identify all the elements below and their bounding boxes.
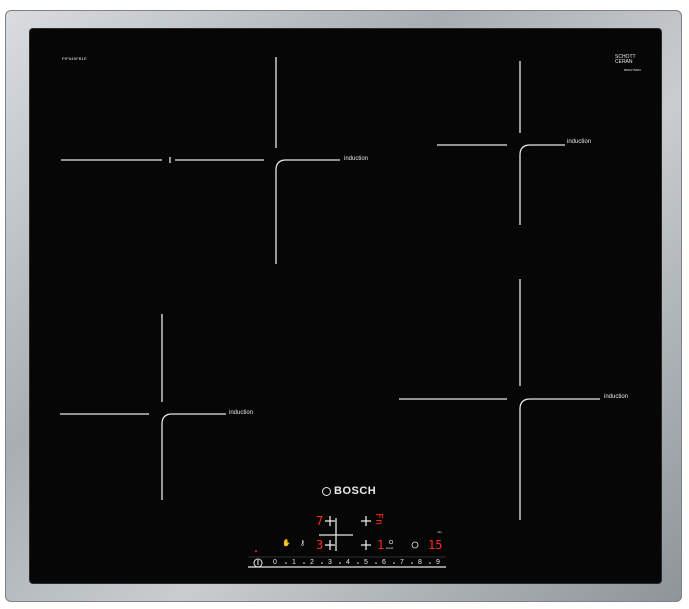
slider-level-7[interactable]: 7 — [400, 559, 404, 566]
rear-left-level-display: 7 — [316, 514, 324, 528]
slider-level-5[interactable]: 5 — [364, 559, 368, 566]
model-number: PIF645FB1E — [62, 56, 87, 61]
schott-ceran-logo: SCHOTT CERAN — [615, 55, 636, 65]
rear-right-zone-marking — [437, 61, 565, 225]
front-left-level-display: 3 — [316, 538, 324, 552]
rear-left-zone-label: induction — [344, 156, 369, 162]
front-left-zone-marking — [60, 314, 226, 500]
slider-level-4[interactable]: 4 — [346, 559, 350, 566]
slider-level-6[interactable]: 6 — [382, 559, 386, 566]
brand-name: BOSCH — [334, 485, 377, 497]
serial-number: 8001075484 — [624, 68, 641, 72]
slider-level-8[interactable]: 8 — [418, 559, 422, 566]
slider-level-3[interactable]: 3 — [328, 559, 332, 566]
timer-unit-label: min — [437, 530, 442, 534]
slider-level-2[interactable]: 2 — [310, 559, 314, 566]
cooking-zone-markings — [60, 57, 600, 568]
timer-display: 15 — [428, 538, 443, 552]
front-right-level-display: 1 — [377, 538, 385, 552]
rear-right-zone-label: induction — [567, 139, 592, 145]
ceran-text: CERAN — [615, 59, 633, 65]
boost-label[interactable]: boost — [386, 546, 393, 550]
bosch-logo-icon — [322, 487, 331, 496]
rear-right-level-display: Fn — [373, 513, 384, 526]
front-left-zone-label: induction — [229, 410, 254, 416]
slider-level-1[interactable]: 1 — [292, 559, 296, 566]
front-right-zone-marking — [399, 279, 600, 520]
slider-level-9[interactable]: 9 — [436, 559, 440, 566]
hand-lock-icon[interactable]: ✋ — [282, 540, 291, 547]
front-right-zone-label: induction — [604, 394, 629, 400]
rear-left-zone-marking — [61, 57, 340, 264]
slider-level-0[interactable]: 0 — [273, 559, 277, 566]
key-icon[interactable]: ⚷ — [300, 540, 305, 547]
